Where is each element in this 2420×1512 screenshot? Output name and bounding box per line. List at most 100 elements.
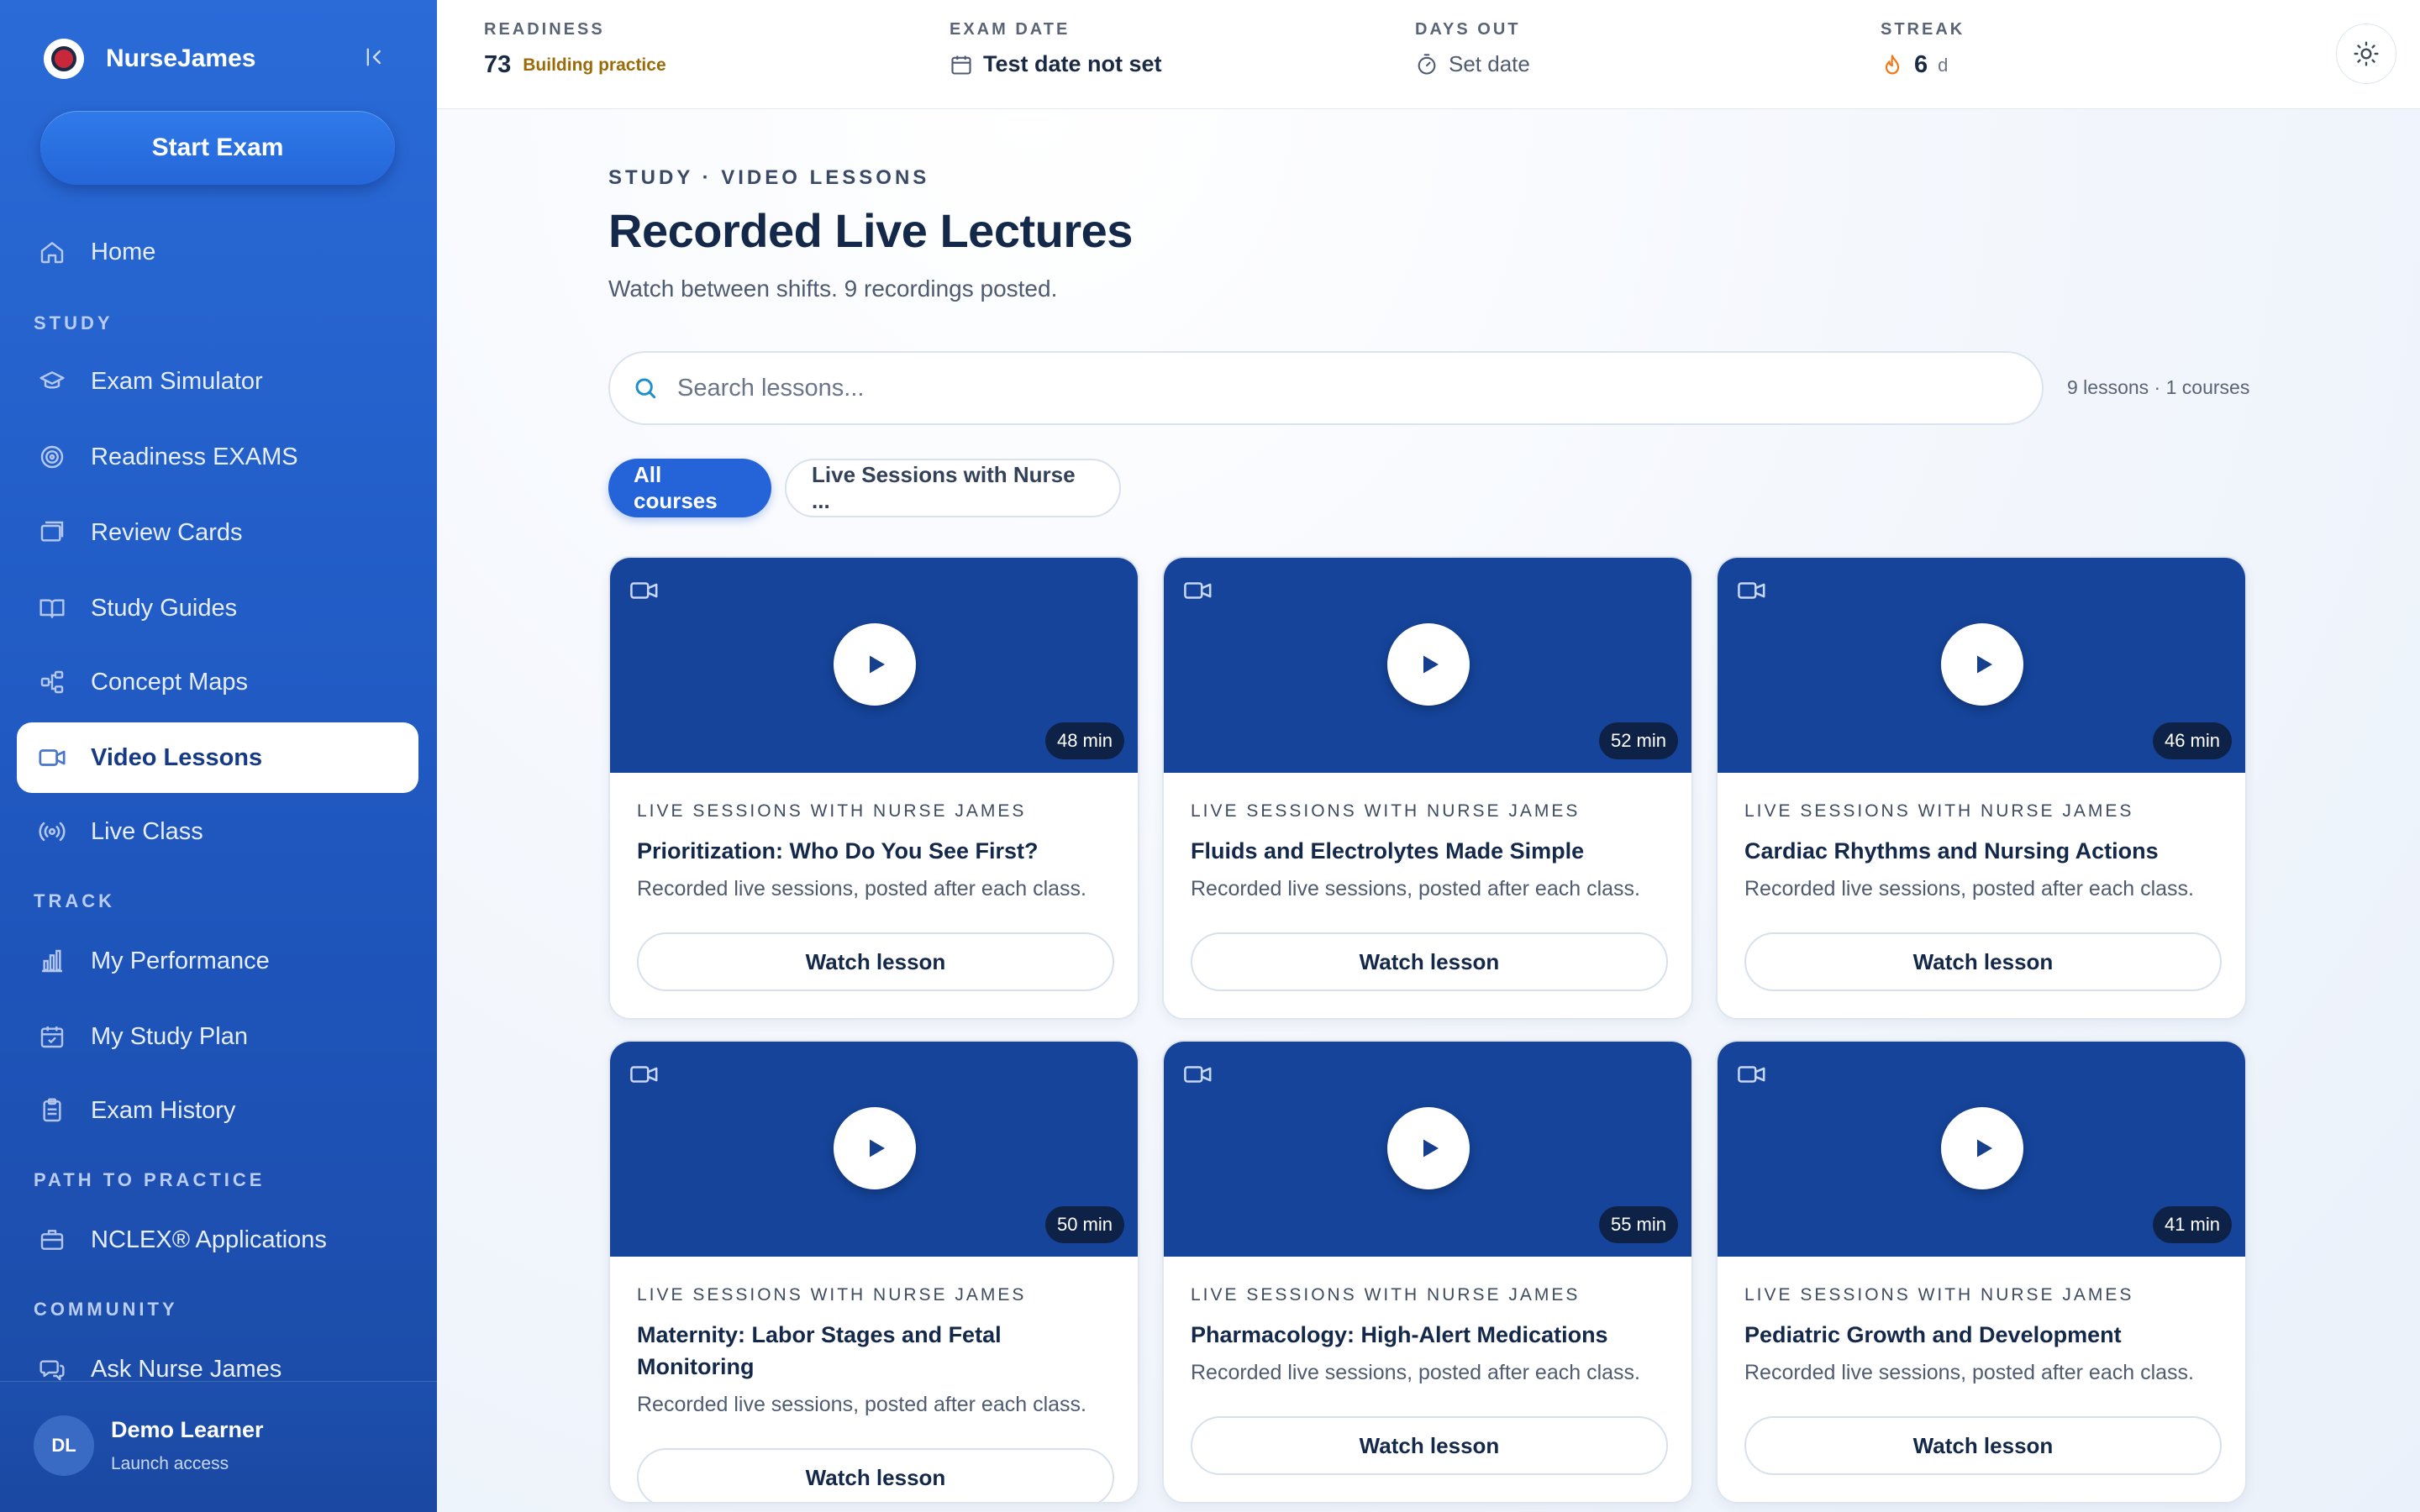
- duration-badge: 55 min: [1598, 1206, 1678, 1243]
- filter-live-sessions[interactable]: Live Sessions with Nurse ...: [785, 459, 1121, 517]
- app-root: NurseJames Start Exam Home STUDY Exam Si…: [0, 0, 2420, 1512]
- duration-badge: 46 min: [2152, 722, 2232, 759]
- sidebar-item-video-lessons[interactable]: Video Lessons: [17, 722, 418, 793]
- flame-icon: [1885, 54, 1900, 74]
- duration-badge: 41 min: [2152, 1206, 2232, 1243]
- sidebar-item-my-study-plan[interactable]: My Study Plan: [17, 1001, 418, 1072]
- lesson-title: Prioritization: Who Do You See First?: [637, 838, 1039, 864]
- start-exam-button[interactable]: Start Exam: [40, 111, 395, 185]
- brand-name: NurseJames: [106, 45, 256, 72]
- video-camera-icon: [1738, 582, 1765, 599]
- lesson-title: Fluids and Electrolytes Made Simple: [1191, 838, 1585, 864]
- cards-icon: [37, 517, 67, 548]
- streak-unit: d: [1938, 54, 1949, 76]
- sidebar-item-exam-history[interactable]: Exam History: [17, 1075, 418, 1146]
- video-camera-icon: [1184, 1066, 1212, 1083]
- course-label: LIVE SESSIONS WITH NURSE JAMES: [1744, 1285, 2134, 1305]
- play-button[interactable]: [1941, 623, 2023, 706]
- video-thumbnail[interactable]: 52 min: [1164, 558, 1691, 773]
- watch-lesson-button[interactable]: Watch lesson: [1744, 932, 2222, 991]
- sidebar-item-label: Concept Maps: [91, 668, 248, 696]
- video-thumbnail[interactable]: 55 min: [1164, 1042, 1691, 1257]
- sidebar-item-exam-simulator[interactable]: Exam Simulator: [17, 346, 418, 417]
- sidebar-item-concept-maps[interactable]: Concept Maps: [17, 647, 418, 717]
- lesson-card: 52 min LIVE SESSIONS WITH NURSE JAMES Fl…: [1162, 556, 1693, 1020]
- video-camera-icon: [630, 582, 658, 599]
- watch-lesson-button[interactable]: Watch lesson: [1744, 1416, 2222, 1475]
- video-camera-icon: [1738, 1066, 1765, 1083]
- play-button[interactable]: [834, 623, 916, 706]
- lesson-title: Cardiac Rhythms and Nursing Actions: [1744, 838, 2159, 864]
- video-camera-icon: [630, 1066, 658, 1083]
- sun-icon: [2354, 41, 2379, 66]
- stat-days-out[interactable]: DAYS OUT Set date: [1415, 20, 1530, 77]
- watch-lesson-button[interactable]: Watch lesson: [637, 932, 1114, 991]
- section-label-community: COMMUNITY: [34, 1299, 178, 1320]
- home-icon: [37, 237, 67, 267]
- sidebar-item-live-class[interactable]: Live Class: [17, 796, 418, 867]
- watch-lesson-button[interactable]: Watch lesson: [1191, 932, 1668, 991]
- theme-toggle-button[interactable]: [2336, 24, 2396, 84]
- sidebar-item-label: Video Lessons: [91, 743, 263, 771]
- stat-label: EXAM DATE: [950, 20, 1071, 39]
- search-input[interactable]: [677, 374, 1938, 402]
- play-button[interactable]: [1941, 1107, 2023, 1189]
- search-bar[interactable]: [608, 351, 2044, 425]
- lesson-card: 55 min LIVE SESSIONS WITH NURSE JAMES Ph…: [1162, 1040, 1693, 1504]
- sidebar-item-study-guides[interactable]: Study Guides: [17, 573, 418, 643]
- brand[interactable]: NurseJames: [44, 37, 255, 81]
- course-label: LIVE SESSIONS WITH NURSE JAMES: [637, 801, 1027, 821]
- sidebar-item-my-performance[interactable]: My Performance: [17, 926, 418, 996]
- sidebar-item-review-cards[interactable]: Review Cards: [17, 497, 418, 568]
- lesson-card: 48 min LIVE SESSIONS WITH NURSE JAMES Pr…: [608, 556, 1139, 1020]
- lesson-description: Recorded live sessions, posted after eac…: [1744, 1361, 2194, 1384]
- video-thumbnail[interactable]: 48 min: [610, 558, 1138, 773]
- play-button[interactable]: [1387, 1107, 1470, 1189]
- book-icon: [37, 593, 67, 623]
- play-icon: [870, 655, 885, 674]
- video-icon: [37, 743, 67, 773]
- stat-label: STREAK: [1881, 20, 1965, 39]
- duration-badge: 52 min: [1598, 722, 1678, 759]
- readiness-note: Building practice: [523, 55, 666, 75]
- bar-chart-icon: [37, 946, 67, 976]
- sidebar-item-label: Ask Nurse James: [91, 1355, 282, 1383]
- course-label: LIVE SESSIONS WITH NURSE JAMES: [1191, 1285, 1581, 1305]
- sidebar-item-nclex-applications[interactable]: NCLEX® Applications: [17, 1205, 418, 1275]
- play-icon: [1977, 655, 1992, 674]
- lesson-card: 50 min LIVE SESSIONS WITH NURSE JAMES Ma…: [608, 1040, 1139, 1504]
- play-button[interactable]: [1387, 623, 1470, 706]
- lesson-count: 9 lessons · 1 courses: [2067, 376, 2250, 398]
- collapse-sidebar-button[interactable]: [360, 42, 390, 72]
- lesson-description: Recorded live sessions, posted after eac…: [1191, 1361, 1640, 1384]
- search-icon: [635, 378, 656, 399]
- stopwatch-icon: [1418, 53, 1436, 75]
- play-button[interactable]: [834, 1107, 916, 1189]
- lesson-card: 46 min LIVE SESSIONS WITH NURSE JAMES Ca…: [1716, 556, 2247, 1020]
- sidebar-item-label: Home: [91, 238, 156, 265]
- video-thumbnail[interactable]: 46 min: [1718, 558, 2245, 773]
- graduation-cap-icon: [37, 366, 67, 396]
- filter-all-courses[interactable]: All courses: [608, 459, 771, 517]
- page-subtitle: Watch between shifts. 9 recordings poste…: [608, 276, 1058, 302]
- briefcase-icon: [37, 1225, 67, 1255]
- sidebar-item-home[interactable]: Home: [17, 217, 418, 287]
- lesson-title: Pharmacology: High-Alert Medications: [1191, 1322, 1608, 1347]
- section-label-path: PATH TO PRACTICE: [34, 1169, 266, 1190]
- stat-streak: STREAK 6 d: [1881, 20, 1965, 79]
- video-thumbnail[interactable]: 50 min: [610, 1042, 1138, 1257]
- user-plan: Launch access: [111, 1454, 229, 1473]
- sidebar-item-readiness-exams[interactable]: Readiness EXAMS: [17, 422, 418, 492]
- watch-lesson-button[interactable]: Watch lesson: [1191, 1416, 1668, 1475]
- lesson-description: Recorded live sessions, posted after eac…: [637, 877, 1086, 900]
- calendar-check-icon: [37, 1021, 67, 1052]
- video-thumbnail[interactable]: 41 min: [1718, 1042, 2245, 1257]
- course-label: LIVE SESSIONS WITH NURSE JAMES: [1744, 801, 2134, 821]
- avatar: DL: [34, 1415, 94, 1476]
- network-icon: [37, 667, 67, 697]
- play-icon: [1423, 655, 1439, 674]
- user-profile[interactable]: DL Demo Learner Launch access: [0, 1381, 437, 1512]
- stat-exam-date[interactable]: EXAM DATE Test date not set: [950, 20, 1162, 77]
- readiness-score: 73: [484, 51, 512, 78]
- watch-lesson-button[interactable]: Watch lesson: [637, 1448, 1114, 1502]
